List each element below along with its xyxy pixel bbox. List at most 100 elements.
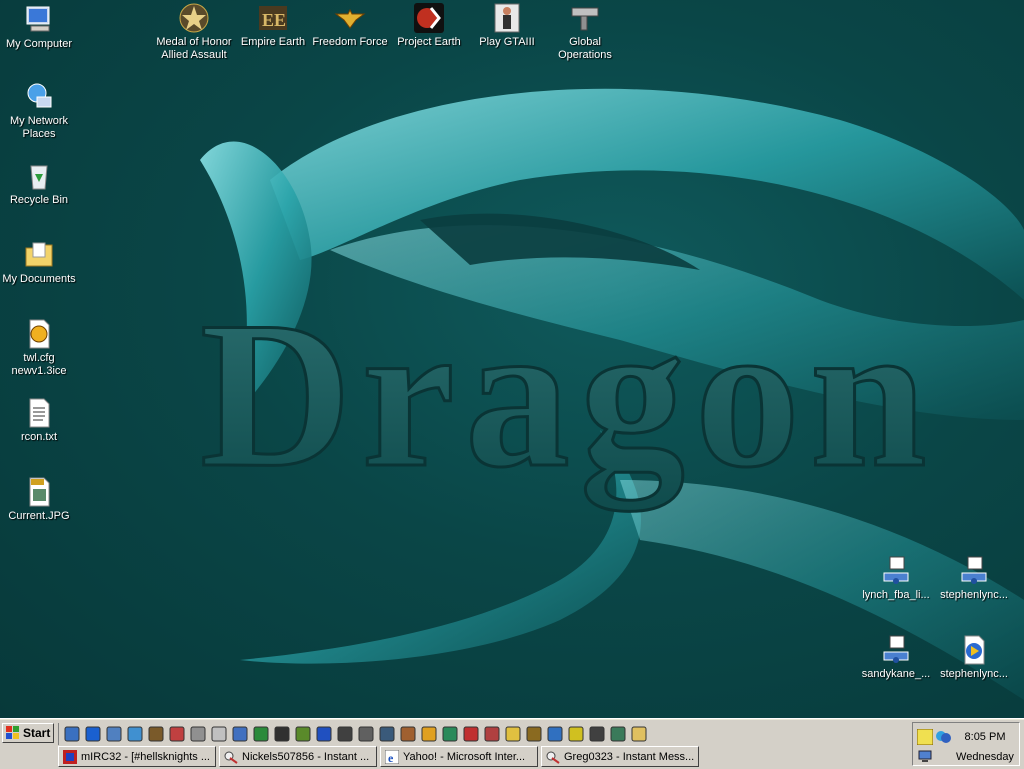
- dragon-wallpaper: Dragon: [199, 88, 1024, 700]
- quick-launch-bar: [58, 723, 648, 745]
- icon-label: twl.cfg newv1.3ice: [11, 352, 67, 377]
- media-icon[interactable]: [126, 725, 144, 743]
- app-icon[interactable]: [504, 725, 522, 743]
- icon-label: My Computer: [5, 38, 73, 50]
- media-file-icon: [964, 635, 985, 665]
- desktop[interactable]: Dragon My Computer My Network Places Rec…: [0, 0, 1024, 718]
- app-icon[interactable]: [315, 725, 333, 743]
- app-icon[interactable]: [147, 725, 165, 743]
- icon-label: My Documents: [2, 273, 76, 285]
- system-tray: 8:05 PM Wednesday: [912, 722, 1020, 766]
- icon-label: Empire Earth: [240, 36, 306, 48]
- icon-label: stephenlync...: [940, 668, 1008, 680]
- tray-network-icon[interactable]: [917, 748, 933, 764]
- medal-of-honor-shortcut[interactable]: Medal of Honor Allied Assault: [155, 2, 233, 62]
- clock[interactable]: 8:05 PM: [953, 731, 1017, 743]
- jpg-file-icon: [29, 477, 50, 507]
- clock-day: Wednesday: [956, 751, 1014, 763]
- app-icon[interactable]: [525, 725, 543, 743]
- task-label: Yahoo! - Microsoft Inter...: [403, 750, 526, 763]
- outlook-icon[interactable]: [105, 725, 123, 743]
- im-icon: [546, 751, 560, 764]
- app-icon[interactable]: [420, 725, 438, 743]
- taskbar: Start mIRC32 - [#hellsknights ... Nickel…: [0, 718, 1024, 769]
- empire-earth-icon: EE: [259, 6, 287, 30]
- wallpaper-text: Dragon: [200, 279, 937, 511]
- task-label: mIRC32 - [#hellsknights ...: [81, 750, 210, 763]
- stephenlync-file-1[interactable]: stephenlync...: [935, 555, 1013, 602]
- rcon-txt-icon-item[interactable]: rcon.txt: [0, 397, 78, 444]
- stephenlync-file-2[interactable]: stephenlync...: [935, 634, 1013, 681]
- app-icon[interactable]: [273, 725, 291, 743]
- im-icon: [224, 751, 238, 764]
- my-computer-icon-item[interactable]: My Computer: [0, 4, 78, 51]
- icon-label: sandykane_...: [861, 668, 931, 680]
- icon-label: Current.JPG: [8, 510, 70, 522]
- task-instant-message-1[interactable]: Nickels507856 - Instant ...: [219, 746, 377, 767]
- start-button[interactable]: Start: [2, 723, 54, 743]
- icon-label: Freedom Force: [312, 36, 388, 48]
- empire-earth-shortcut[interactable]: EE Empire Earth: [234, 2, 312, 49]
- icon-label: Play GTAIII: [479, 36, 535, 48]
- network-file-icon: [883, 635, 909, 663]
- settings-icon[interactable]: [168, 725, 186, 743]
- task-label: Greg0323 - Instant Mess...: [564, 750, 695, 763]
- play-icon[interactable]: [252, 725, 270, 743]
- tray-messenger-icon[interactable]: [935, 729, 951, 745]
- project-earth-shortcut[interactable]: Project Earth: [390, 2, 468, 49]
- recycle-bin-icon: [30, 165, 48, 190]
- task-internet-explorer[interactable]: e Yahoo! - Microsoft Inter...: [380, 746, 538, 767]
- computer-icon: [26, 6, 50, 32]
- text-file-icon: [29, 398, 50, 428]
- sandykane-file[interactable]: sandykane_...: [857, 634, 935, 681]
- my-documents-icon-item[interactable]: My Documents: [0, 239, 78, 286]
- icon-label: rcon.txt: [20, 431, 58, 443]
- icon-label: Project Earth: [397, 36, 461, 48]
- task-mirc[interactable]: mIRC32 - [#hellsknights ...: [58, 746, 216, 767]
- app-icon[interactable]: [483, 725, 501, 743]
- app-icon[interactable]: [378, 725, 396, 743]
- network-file-icon: [961, 556, 987, 584]
- icon-label: Medal of Honor Allied Assault: [156, 36, 232, 61]
- app-icon[interactable]: [441, 725, 459, 743]
- desktop-icon[interactable]: [63, 725, 81, 743]
- ie-icon[interactable]: [84, 725, 102, 743]
- app-icon[interactable]: [294, 725, 312, 743]
- play-gta3-shortcut[interactable]: Play GTAIII: [468, 2, 546, 49]
- mirc-icon: [63, 749, 77, 764]
- windows-logo-icon: [6, 726, 19, 739]
- ie-icon: e: [385, 749, 399, 764]
- icon-label: My Network Places: [9, 115, 69, 140]
- app-icon[interactable]: [210, 725, 228, 743]
- folder-icon: [25, 242, 53, 267]
- network-icon: [27, 83, 52, 108]
- app-icon[interactable]: [588, 725, 606, 743]
- recycle-bin-icon-item[interactable]: Recycle Bin: [0, 160, 78, 207]
- task-label: Nickels507856 - Instant ...: [242, 750, 370, 763]
- app-icon[interactable]: [609, 725, 627, 743]
- icon-label: stephenlync...: [940, 589, 1008, 601]
- folder-icon[interactable]: [630, 725, 648, 743]
- freedom-force-shortcut[interactable]: Freedom Force: [311, 2, 389, 49]
- task-buttons: mIRC32 - [#hellsknights ... Nickels50785…: [58, 746, 699, 768]
- network-places-icon-item[interactable]: My Network Places: [0, 81, 78, 141]
- tray-app-icon[interactable]: [917, 729, 933, 745]
- svg-text:e: e: [388, 751, 394, 764]
- app-icon[interactable]: [336, 725, 354, 743]
- search-icon[interactable]: [231, 725, 249, 743]
- config-file-icon: [29, 319, 50, 349]
- global-operations-shortcut[interactable]: Global Operations: [546, 2, 624, 62]
- app-icon[interactable]: [357, 725, 375, 743]
- app-icon[interactable]: [399, 725, 417, 743]
- icon-label: lynch_fba_li...: [862, 589, 930, 601]
- gta-icon: [494, 3, 520, 33]
- current-jpg-icon-item[interactable]: Current.JPG: [0, 476, 78, 523]
- twl-cfg-icon-item[interactable]: twl.cfg newv1.3ice: [0, 318, 78, 378]
- app-icon[interactable]: [567, 725, 585, 743]
- icon-label: Global Operations: [558, 36, 612, 61]
- task-instant-message-2[interactable]: Greg0323 - Instant Mess...: [541, 746, 699, 767]
- app-icon[interactable]: [462, 725, 480, 743]
- lynch-fba-file[interactable]: lynch_fba_li...: [857, 555, 935, 602]
- app-icon[interactable]: [189, 725, 207, 743]
- app-icon[interactable]: [546, 725, 564, 743]
